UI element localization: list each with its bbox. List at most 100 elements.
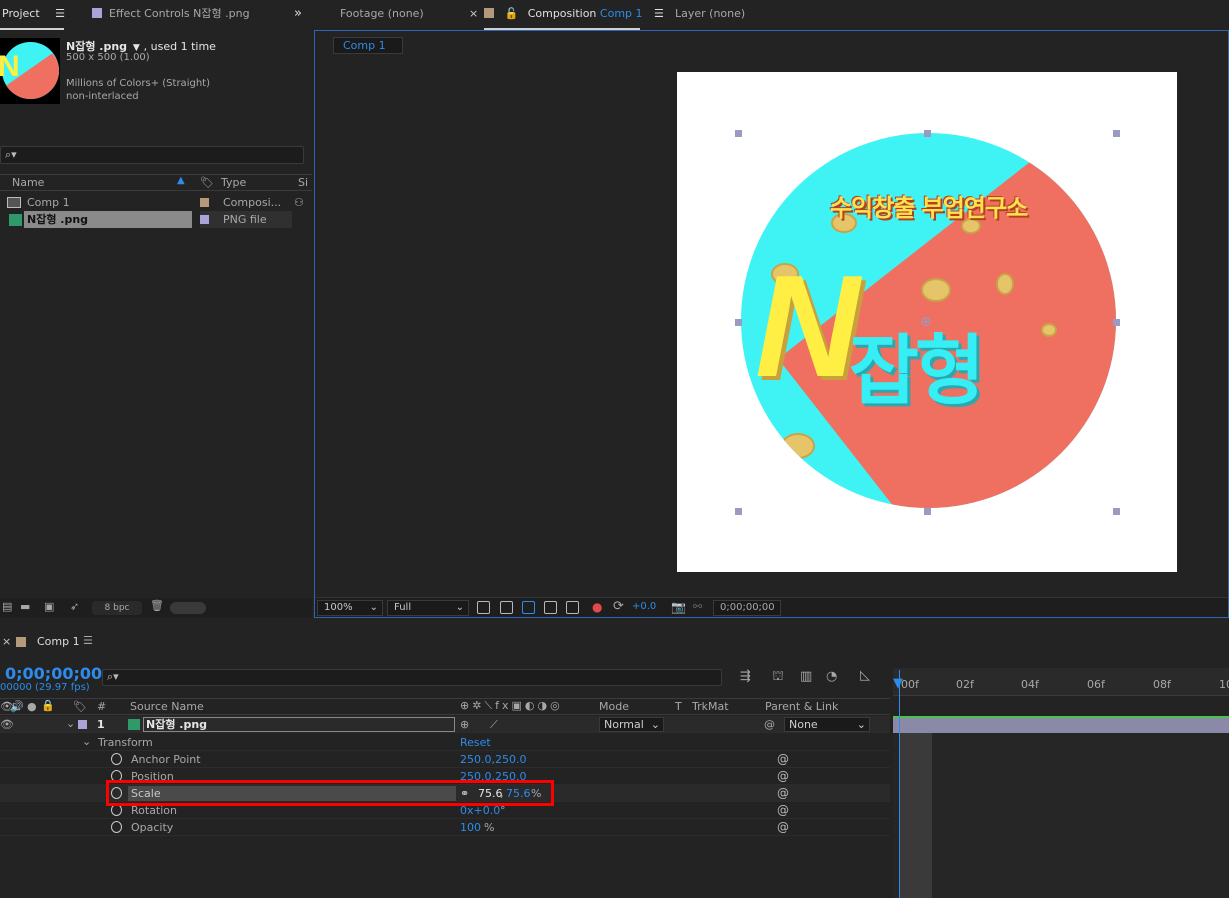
pick-whip-icon[interactable]: @: [777, 802, 789, 819]
interpret-footage-icon[interactable]: ▤: [2, 600, 12, 613]
pick-whip-icon[interactable]: @: [777, 768, 789, 785]
show-snapshot-icon[interactable]: ⚯: [693, 600, 702, 613]
layer-name[interactable]: N잡형 .png: [143, 717, 455, 732]
column-trkmat[interactable]: TrkMat: [692, 700, 729, 713]
column-name[interactable]: Name: [12, 176, 44, 189]
bit-depth-button[interactable]: 8 bpc: [92, 601, 142, 615]
trash-icon[interactable]: 🗑: [150, 599, 164, 612]
pick-whip-icon[interactable]: @: [764, 716, 775, 733]
motion-blur-icon[interactable]: ◔: [826, 669, 837, 684]
tab-composition[interactable]: 🔓 Composition Comp 1 ☰: [484, 0, 664, 30]
label-tag-icon[interactable]: 🏷: [200, 176, 214, 189]
transform-handle[interactable]: [924, 508, 931, 515]
transform-handle[interactable]: [735, 130, 742, 137]
tab-timeline-comp[interactable]: Comp 1: [37, 635, 80, 648]
project-item-comp[interactable]: Comp 1 Composi... ⚇: [0, 194, 312, 211]
stopwatch-icon[interactable]: [111, 821, 122, 833]
column-type[interactable]: Type: [221, 176, 246, 189]
reset-exposure-icon[interactable]: ⟳: [613, 599, 624, 614]
channel-rgb-icon[interactable]: ●: [592, 600, 602, 614]
mask-visibility-icon[interactable]: [522, 601, 535, 614]
parent-dropdown[interactable]: None ⌄: [784, 717, 870, 732]
close-tab-icon[interactable]: ×: [469, 0, 478, 30]
comp-mini-flowchart-icon[interactable]: ⇶: [740, 669, 751, 684]
twirl-down-icon[interactable]: ⌄: [82, 733, 91, 750]
current-time-display[interactable]: 0;00;00;00: [5, 664, 102, 683]
layer-track-area[interactable]: [893, 716, 1229, 898]
timeline-search-input[interactable]: ⌕▾: [102, 669, 722, 686]
transform-handle[interactable]: [1113, 508, 1120, 515]
lock-icon[interactable]: 🔓: [505, 7, 519, 20]
label-swatch[interactable]: [78, 720, 87, 729]
resolution-dropdown[interactable]: Full ⌄: [387, 600, 469, 616]
property-value[interactable]: 100: [460, 819, 481, 836]
region-of-interest-icon[interactable]: [544, 601, 557, 614]
zoom-dropdown[interactable]: 100% ⌄: [317, 600, 383, 616]
transform-handle[interactable]: [924, 130, 931, 137]
pick-whip-icon[interactable]: @: [777, 819, 789, 836]
audio-icon[interactable]: 🔊: [10, 700, 24, 713]
fast-previews-icon[interactable]: [477, 601, 490, 614]
twirl-down-icon[interactable]: ⌄: [66, 715, 75, 732]
close-tab-icon[interactable]: ×: [2, 635, 11, 648]
column-parent-link[interactable]: Parent & Link: [765, 700, 838, 713]
project-item-png[interactable]: N잡형 .png PNG file: [0, 211, 312, 228]
transform-reset-link[interactable]: Reset: [460, 734, 491, 751]
tab-layer[interactable]: Layer (none): [675, 0, 745, 30]
new-composition-icon[interactable]: ▣: [44, 600, 54, 613]
transform-group-row[interactable]: ⌄ Transform Reset: [0, 734, 890, 751]
panel-menu-icon[interactable]: ☰: [83, 634, 93, 647]
blend-mode-dropdown[interactable]: Normal ⌄: [599, 717, 664, 732]
comp-navigator-chip[interactable]: Comp 1: [333, 37, 403, 54]
label-tag-icon[interactable]: 🏷: [73, 700, 87, 713]
layer-duration-bar[interactable]: [893, 716, 1229, 733]
transform-handle[interactable]: [1113, 130, 1120, 137]
video-visibility-icon[interactable]: 👁: [0, 716, 14, 733]
new-folder-icon[interactable]: ▬: [20, 600, 30, 613]
panel-menu-icon[interactable]: ☰: [55, 7, 65, 20]
exposure-value[interactable]: +0.0: [632, 601, 656, 612]
transparency-grid-icon[interactable]: [500, 601, 513, 614]
column-size[interactable]: Si: [298, 176, 308, 189]
tab-footage[interactable]: Footage (none): [340, 0, 424, 30]
draft-3d-icon[interactable]: ⛫: [772, 669, 784, 686]
tab-project[interactable]: Project ☰: [0, 0, 65, 30]
project-search-input[interactable]: ⌕▾: [0, 146, 304, 164]
solo-icon[interactable]: ●: [27, 700, 37, 713]
column-mode[interactable]: Mode: [599, 700, 629, 713]
sort-ascending-icon[interactable]: ▲: [177, 175, 185, 186]
label-swatch[interactable]: [200, 215, 209, 224]
panel-overflow-icon[interactable]: »: [294, 0, 302, 30]
thumbnail-slider[interactable]: [170, 602, 206, 614]
frame-blending-icon[interactable]: ▥: [800, 669, 812, 684]
layer-row[interactable]: 👁 ⌄ 1 N잡형 .png ⊕ ⟋ Normal ⌄ @ None ⌄: [0, 716, 890, 733]
property-row-opacity[interactable]: Opacity 100 % @: [0, 819, 890, 836]
property-row-anchor-point[interactable]: Anchor Point 250.0,250.0 @: [0, 751, 890, 768]
composition-canvas[interactable]: 수익창출 부업연구소 N 잡형 ⊕: [677, 72, 1177, 572]
graph-editor-icon[interactable]: ◺: [860, 668, 870, 683]
snapshot-camera-icon[interactable]: 📷: [671, 600, 686, 614]
time-ruler[interactable]: 00f 02f 04f 06f 08f 10: [893, 668, 1229, 696]
pick-whip-icon[interactable]: @: [777, 751, 789, 768]
lock-icon[interactable]: 🔒: [41, 699, 55, 712]
viewer-timecode[interactable]: 0;00;00;00: [713, 600, 781, 616]
current-time-indicator[interactable]: [899, 670, 900, 898]
stopwatch-icon[interactable]: [111, 753, 122, 765]
switches-icons[interactable]: ⊕✲⟍fx▣◐◑◎: [460, 699, 563, 713]
render-icon[interactable]: ➶: [70, 600, 79, 613]
grid-guides-icon[interactable]: [566, 601, 579, 614]
transform-handle[interactable]: [735, 319, 742, 326]
panel-menu-icon[interactable]: ☰: [654, 7, 664, 20]
anchor-point-icon[interactable]: ⊕: [920, 314, 932, 330]
quality-switch-icon[interactable]: ⟋: [490, 716, 498, 733]
pick-whip-icon[interactable]: @: [777, 785, 789, 802]
playhead-marker-icon[interactable]: ▼: [893, 676, 903, 691]
column-source-name[interactable]: Source Name: [130, 700, 204, 713]
transform-handle[interactable]: [735, 508, 742, 515]
transform-handle[interactable]: [1113, 319, 1120, 326]
column-t[interactable]: T: [675, 700, 682, 713]
tab-effect-controls[interactable]: Effect Controls N잡형 .png: [92, 0, 250, 30]
property-value[interactable]: 250.0,250.0: [460, 751, 526, 768]
flowchart-icon[interactable]: ⚇: [294, 194, 304, 211]
shy-switch-icon[interactable]: ⊕: [460, 716, 469, 733]
